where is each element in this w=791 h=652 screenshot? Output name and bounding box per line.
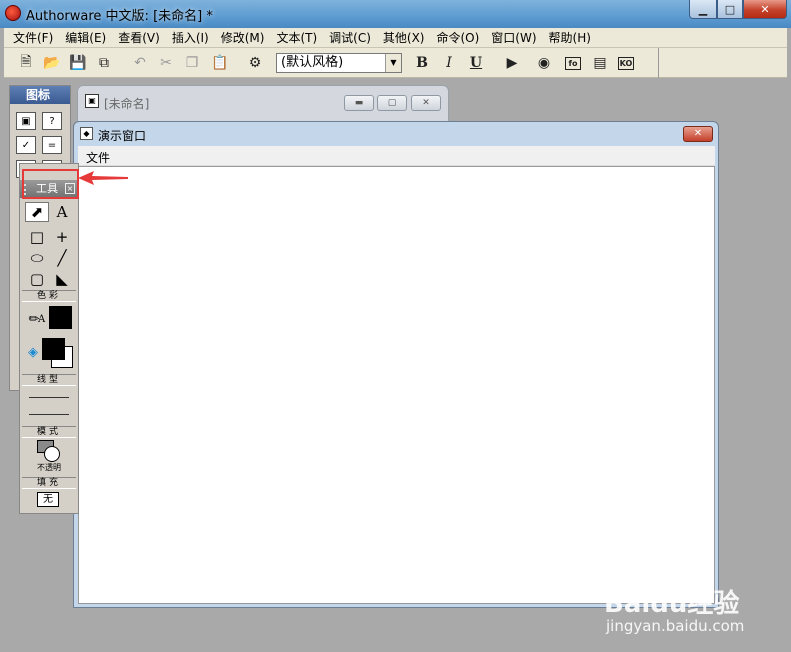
highlight-box bbox=[22, 169, 79, 199]
menu-bar: 文件(F) 编辑(E) 查看(V) 插入(I) 修改(M) 文本(T) 调试(C… bbox=[4, 28, 787, 48]
text-style-select[interactable]: (默认风格) ▼ bbox=[276, 53, 402, 73]
presentation-window-icon: ◆ bbox=[80, 127, 93, 140]
crosshair-line-tool[interactable]: + bbox=[50, 227, 74, 247]
maximize-button[interactable]: □ bbox=[717, 0, 743, 19]
line-style-arrow[interactable] bbox=[29, 414, 69, 415]
bold-button[interactable]: B bbox=[412, 53, 432, 73]
new-file-icon[interactable]: 🗎 bbox=[16, 53, 36, 73]
presentation-menu-file[interactable]: 文件 bbox=[86, 149, 110, 166]
authorware-logo-icon bbox=[5, 5, 21, 21]
text-tool[interactable]: A bbox=[50, 202, 74, 222]
flowline-close-button[interactable]: ✕ bbox=[411, 95, 441, 111]
mode-section-label: 模式 bbox=[22, 426, 76, 438]
presentation-title-bar: ◆ 演示窗口 ✕ bbox=[74, 122, 718, 146]
mode-circle-icon[interactable] bbox=[44, 446, 60, 462]
flowline-maximize-button[interactable]: ▢ bbox=[377, 95, 407, 111]
line-style-thin[interactable] bbox=[29, 397, 69, 398]
rectangle-tool[interactable]: □ bbox=[25, 227, 49, 247]
undo-icon[interactable]: ↶ bbox=[130, 53, 150, 73]
control-panel-icon[interactable]: ◉ bbox=[534, 53, 554, 73]
cut-icon[interactable]: ✂ bbox=[156, 53, 176, 73]
red-arrow-annotation bbox=[78, 171, 128, 185]
text-style-value: (默认风格) bbox=[281, 55, 344, 70]
erase-icon[interactable]: ✓ bbox=[16, 136, 36, 154]
menu-command[interactable]: 命令(O) bbox=[431, 29, 484, 46]
toolbar: 🗎 📂 💾 ⧉ ↶ ✂ ❐ 📋 ⚙ (默认风格) ▼ B I U ▶ ◉ fo … bbox=[4, 48, 787, 78]
variables-icon[interactable]: ▤ bbox=[590, 53, 610, 73]
rounded-rectangle-tool[interactable]: ▢ bbox=[25, 269, 49, 289]
run-icon[interactable]: ▶ bbox=[502, 53, 522, 73]
paste-icon[interactable]: 📋 bbox=[210, 53, 230, 73]
presentation-menu-bar: 文件 bbox=[78, 146, 715, 166]
close-button[interactable]: ✕ bbox=[743, 0, 787, 19]
menu-text[interactable]: 文本(T) bbox=[271, 29, 322, 46]
flowline-window: ▣ [未命名] ▬ ▢ ✕ bbox=[77, 85, 449, 125]
find-icon[interactable]: ⚙ bbox=[245, 53, 265, 73]
ellipse-tool[interactable]: ⬭ bbox=[25, 248, 49, 268]
flowline-window-title: [未命名] bbox=[104, 97, 150, 111]
menu-window[interactable]: 窗口(W) bbox=[486, 29, 541, 46]
mode-value: 不透明 bbox=[37, 463, 61, 472]
menu-view[interactable]: 查看(V) bbox=[113, 29, 165, 46]
polygon-tool[interactable]: ◣ bbox=[50, 269, 74, 289]
minimize-button[interactable]: ▁ bbox=[689, 0, 717, 19]
import-icon[interactable]: ⧉ bbox=[94, 53, 114, 73]
arrow-shape bbox=[78, 171, 128, 185]
menu-debug[interactable]: 调试(C) bbox=[324, 29, 376, 46]
presentation-window-title: 演示窗口 bbox=[98, 129, 147, 143]
fill-section-label: 填充 bbox=[22, 477, 76, 489]
underline-button[interactable]: U bbox=[466, 53, 486, 73]
display-icon[interactable]: ▣ bbox=[16, 112, 36, 130]
menu-file[interactable]: 文件(F) bbox=[8, 29, 58, 46]
presentation-window: ◆ 演示窗口 ✕ 文件 bbox=[73, 121, 719, 608]
app-title: Authorware 中文版: [未命名] * bbox=[26, 9, 213, 24]
fill-color-swatch[interactable] bbox=[42, 338, 65, 360]
menu-insert[interactable]: 插入(I) bbox=[167, 29, 214, 46]
icons-palette-title: 图标 bbox=[10, 86, 70, 104]
menu-modify[interactable]: 修改(M) bbox=[216, 29, 270, 46]
watermark-url: jingyan.baidu.com bbox=[606, 617, 745, 635]
tools-palette: 工具 × ⬈ A □ + ⬭ ╱ ▢ ◣ 色彩 ✏ A ◈ 线型 模式 不透明 … bbox=[19, 163, 79, 514]
pointer-tool[interactable]: ⬈ bbox=[25, 202, 49, 222]
foreground-color-swatch[interactable] bbox=[49, 306, 72, 329]
menu-help[interactable]: 帮助(H) bbox=[544, 29, 596, 46]
menu-other[interactable]: 其他(X) bbox=[378, 29, 430, 46]
text-color-label: A bbox=[38, 314, 46, 325]
presentation-stage[interactable] bbox=[78, 166, 715, 604]
diagonal-line-tool[interactable]: ╱ bbox=[50, 248, 74, 268]
presentation-close-button[interactable]: ✕ bbox=[683, 126, 713, 142]
fill-value-button[interactable]: 无 bbox=[37, 492, 59, 507]
menu-edit[interactable]: 编辑(E) bbox=[60, 29, 111, 46]
toolbar-divider bbox=[658, 48, 659, 78]
flowline-minimize-button[interactable]: ▬ bbox=[344, 95, 374, 111]
motion-icon[interactable]: ? bbox=[42, 112, 62, 130]
copy-icon[interactable]: ❐ bbox=[182, 53, 202, 73]
watermark-brand: Baidu经验 bbox=[604, 589, 740, 619]
flowline-window-icon: ▣ bbox=[85, 94, 99, 108]
open-folder-icon[interactable]: 📂 bbox=[42, 53, 62, 73]
window-controls: ▁ □ ✕ bbox=[689, 0, 787, 20]
italic-button[interactable]: I bbox=[439, 53, 459, 73]
color-section-label: 色彩 bbox=[22, 290, 76, 302]
watermark: Baidu经验 jingyan.baidu.com bbox=[604, 583, 744, 635]
line-section-label: 线型 bbox=[22, 374, 76, 386]
wait-icon[interactable]: = bbox=[42, 136, 62, 154]
app-title-bar: Authorware 中文版: [未命名] * ▁ □ ✕ bbox=[0, 0, 791, 28]
functions-button[interactable]: fo bbox=[565, 57, 581, 70]
save-all-icon[interactable]: 💾 bbox=[68, 53, 88, 73]
knowledge-objects-button[interactable]: KO bbox=[618, 57, 634, 70]
chevron-down-icon: ▼ bbox=[385, 54, 401, 72]
